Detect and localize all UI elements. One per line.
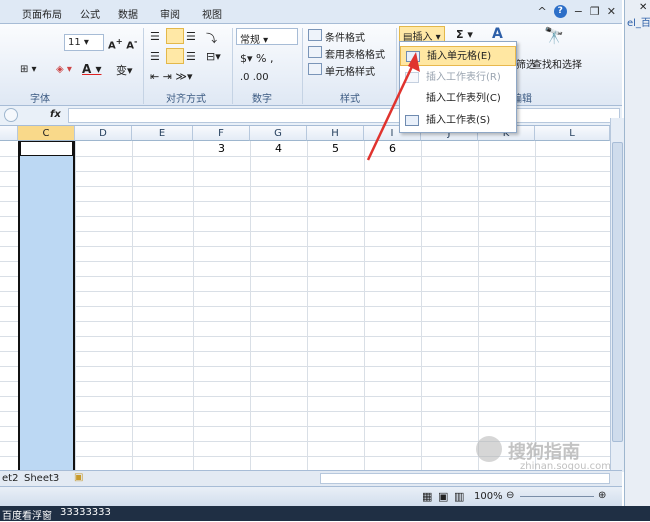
namebox-icon[interactable]: [4, 108, 18, 122]
grow-font-icon[interactable]: A+ A-: [108, 36, 137, 51]
column-header-l[interactable]: L: [535, 126, 610, 141]
annotation-arrow: [366, 52, 420, 161]
tab-view[interactable]: 视图: [202, 6, 222, 21]
corner-header[interactable]: [0, 126, 18, 141]
side-close-icon[interactable]: ✕: [639, 2, 647, 13]
window-controls: ^ ? − ❐ ✕: [537, 5, 616, 18]
watermark-url: zhinan.sogou.com: [520, 461, 610, 470]
table-format-icon: [308, 46, 322, 58]
tab-formulas[interactable]: 公式: [80, 6, 100, 21]
border-icon[interactable]: ⊞ ▾: [20, 64, 37, 75]
minimize-icon[interactable]: −: [574, 5, 583, 18]
menu-insert-columns-label: 插入工作表列(C): [426, 93, 501, 104]
help-icon[interactable]: ?: [553, 5, 567, 18]
ribbon-minimize-icon[interactable]: ^: [537, 5, 546, 18]
zoom-in-icon[interactable]: ⊕: [598, 490, 606, 501]
sheet-tabs-bar: et2 Sheet3 ▣: [0, 470, 622, 486]
column-header-f[interactable]: F: [193, 126, 250, 141]
align-group-label: 对齐方式: [166, 94, 206, 105]
active-cell[interactable]: [20, 141, 73, 156]
find-select-button[interactable]: 查找和选择: [532, 56, 582, 71]
selected-column-c[interactable]: [18, 141, 75, 470]
taskbar: 百度看浮窗 33333333: [0, 506, 650, 522]
close-icon[interactable]: ✕: [607, 5, 616, 18]
style-group-label: 样式: [340, 94, 360, 105]
find-icon[interactable]: 🔭: [544, 26, 564, 45]
horizontal-scrollbar[interactable]: [320, 473, 610, 484]
indent-icon[interactable]: ⇤ ⇥ ≫▾: [150, 70, 192, 83]
page-break-view-icon[interactable]: ▥: [454, 490, 464, 503]
tab-page-layout[interactable]: 页面布局: [22, 6, 62, 21]
fx-icon[interactable]: fx: [50, 109, 61, 120]
normal-view-icon[interactable]: ▦: [422, 490, 432, 503]
right-align-icon[interactable]: ☰: [186, 50, 196, 63]
cell-f1[interactable]: 3: [218, 142, 225, 155]
zoom-slider[interactable]: [520, 496, 594, 497]
top-align-icon[interactable]: ☰: [150, 30, 160, 43]
column-header-h[interactable]: H: [307, 126, 364, 141]
column-header-e[interactable]: E: [132, 126, 193, 141]
cell-g1[interactable]: 4: [275, 142, 282, 155]
sort-icon[interactable]: A: [492, 26, 503, 42]
conditional-format-icon: [308, 29, 322, 41]
spreadsheet-grid[interactable]: C D E F G H I J K L 3 4 5 6 搜狗指南 zhinan.…: [0, 126, 610, 470]
menu-insert-rows-label: 插入工作表行(R): [426, 72, 501, 83]
cell-style-icon: [308, 63, 322, 75]
center-align-icon[interactable]: [166, 48, 184, 64]
taskbar-app[interactable]: 百度看浮窗: [2, 507, 52, 522]
watermark-logo: [476, 436, 502, 462]
restore-icon[interactable]: ❐: [590, 5, 600, 18]
decimal-icon[interactable]: .0 .00: [240, 72, 269, 83]
conditional-format-button[interactable]: 条件格式: [325, 29, 365, 44]
vertical-scrollbar[interactable]: [610, 118, 624, 472]
separator: [302, 28, 303, 104]
new-sheet-icon[interactable]: ▣: [74, 472, 83, 483]
status-bar: ▦ ▣ ▥ 100% ⊖ ⊕: [0, 486, 622, 506]
zoom-out-icon[interactable]: ⊖: [506, 490, 514, 501]
formula-input[interactable]: [68, 108, 620, 123]
middle-align-icon[interactable]: [166, 28, 184, 44]
phonetic-icon[interactable]: 变▾: [116, 62, 133, 78]
orientation-icon[interactable]: ⤵: [206, 30, 217, 46]
font-group-label: 字体: [30, 94, 50, 105]
number-format-select[interactable]: 常规 ▾: [236, 28, 298, 46]
side-pane: el_百 ✕: [624, 0, 650, 506]
scroll-thumb[interactable]: [612, 142, 623, 442]
side-pane-title: el_百: [627, 18, 650, 29]
sheet-tab-2[interactable]: et2: [2, 473, 18, 484]
fill-color-icon[interactable]: ◈ ▾: [56, 64, 72, 75]
ribbon: 11 ▾ A+ A- ⊞ ▾ ◈ ▾ A ▾ 变▾ 字体 ☰ ☰ ⤵ ☰ ☰ ⊟…: [0, 24, 622, 106]
number-group-label: 数字: [252, 94, 272, 105]
zoom-level[interactable]: 100%: [474, 491, 503, 502]
tab-review[interactable]: 审阅: [160, 6, 180, 21]
ribbon-tabs: 页面布局 公式 数据 审阅 视图 ^ ? − ❐ ✕: [0, 0, 622, 24]
left-align-icon[interactable]: ☰: [150, 50, 160, 63]
menu-insert-cells-label: 插入单元格(E): [427, 51, 492, 62]
insert-button[interactable]: ▤插入 ▾: [399, 26, 445, 43]
column-header-c[interactable]: C: [18, 126, 75, 141]
merge-icon[interactable]: ⊟▾: [206, 50, 221, 63]
bottom-align-icon[interactable]: ☰: [186, 30, 196, 43]
currency-icon[interactable]: $▾ % ,: [240, 52, 273, 65]
autosum-button[interactable]: Σ ▾: [456, 28, 473, 41]
formula-bar: fx: [0, 106, 622, 126]
taskbar-text: 33333333: [60, 507, 111, 518]
arrow-shaft: [366, 57, 418, 161]
cell-h1[interactable]: 5: [332, 142, 339, 155]
sheet-tab-3[interactable]: Sheet3: [24, 473, 59, 484]
page-layout-view-icon[interactable]: ▣: [438, 490, 448, 503]
menu-insert-sheet-label: 插入工作表(S): [426, 115, 491, 126]
separator: [143, 28, 144, 104]
font-color-icon[interactable]: A ▾: [82, 62, 102, 76]
column-header-d[interactable]: D: [75, 126, 132, 141]
column-header-g[interactable]: G: [250, 126, 307, 141]
tab-data[interactable]: 数据: [118, 6, 138, 21]
font-size-select[interactable]: 11 ▾: [64, 34, 104, 51]
separator: [232, 28, 233, 104]
